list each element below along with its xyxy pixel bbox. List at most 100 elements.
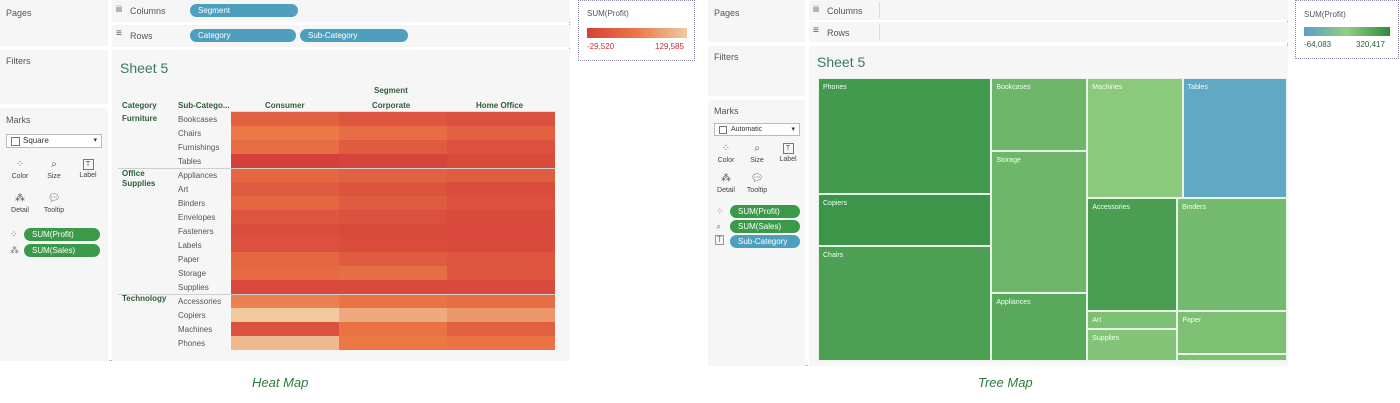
tm-rows-shelf[interactable]: ≡ Rows (809, 22, 1288, 42)
heatmap-cell[interactable] (447, 336, 555, 350)
heatmap-cell[interactable] (231, 196, 339, 210)
tm-color-button[interactable]: ⁘ Color (712, 140, 740, 170)
heatmap-cell[interactable] (231, 210, 339, 224)
treemap-node-storage[interactable]: Storage (991, 150, 1088, 293)
treemap-node-copiers[interactable]: Copiers (818, 193, 992, 247)
segment-corporate: Corporate (372, 101, 411, 110)
heatmap-cell[interactable] (339, 266, 447, 280)
treemap-node-labels[interactable]: Labels (1177, 354, 1287, 367)
heatmap-cell[interactable] (447, 266, 555, 280)
heatmap-cell[interactable] (339, 238, 447, 252)
tooltip-button[interactable]: 💬︎ Tooltip (40, 190, 68, 220)
heatmap-cell[interactable] (447, 154, 555, 168)
subcategory-label: Labels (178, 241, 202, 250)
heatmap-cell[interactable] (231, 308, 339, 322)
heatmap-cell[interactable] (447, 294, 555, 308)
treemap-node-paper[interactable]: Paper (1177, 311, 1287, 355)
heatmap-cell[interactable] (231, 322, 339, 336)
tm-mark-field-subcategory[interactable]: Sub-Category (730, 235, 800, 248)
square-mark-icon (11, 137, 20, 146)
tm-pages-card[interactable]: Pages (708, 0, 805, 42)
heatmap-cell[interactable] (447, 196, 555, 210)
size-button[interactable]: ⌕ Size (40, 156, 68, 186)
segment-pill[interactable]: Segment (190, 4, 298, 17)
heatmap-cell[interactable] (339, 196, 447, 210)
heatmap-cell[interactable] (339, 224, 447, 238)
heatmap-cell[interactable] (447, 126, 555, 140)
heatmap-cell[interactable] (447, 224, 555, 238)
heatmap-cell[interactable] (339, 168, 447, 182)
color-button[interactable]: ⁘ Color (6, 156, 34, 186)
heatmap-cell[interactable] (231, 266, 339, 280)
heatmap-cell[interactable] (447, 322, 555, 336)
heatmap-cell[interactable] (339, 210, 447, 224)
heatmap-cell[interactable] (231, 224, 339, 238)
heatmap-cell[interactable] (447, 112, 555, 126)
tm-filters-card[interactable]: Filters (708, 46, 805, 96)
heatmap-cell[interactable] (339, 126, 447, 140)
tm-size-button[interactable]: ⌕ Size (743, 140, 771, 170)
heatmap-cell[interactable] (231, 112, 339, 126)
heatmap-cell[interactable] (231, 238, 339, 252)
tm-tooltip-button[interactable]: 💬︎ Tooltip (743, 170, 771, 200)
heatmap-cell[interactable] (231, 336, 339, 350)
mark-field-sales[interactable]: SUM(Sales) (24, 244, 100, 257)
label-button[interactable]: T Label (74, 156, 102, 186)
columns-shelf[interactable]: iii Columns Segment (112, 0, 570, 22)
treemap-node-chairs[interactable]: Chairs (818, 246, 992, 361)
treemap-node-binders[interactable]: Binders (1177, 198, 1287, 312)
treemap-node-art[interactable]: Art (1087, 311, 1178, 330)
heatmap-cell[interactable] (339, 294, 447, 308)
treemap-node-phones[interactable]: Phones (818, 78, 992, 194)
heatmap-cell[interactable] (447, 308, 555, 322)
mark-field-profit[interactable]: SUM(Profit) (24, 228, 100, 241)
subcategory-pill[interactable]: Sub-Category (300, 29, 408, 42)
detail-button[interactable]: ⁂ Detail (6, 190, 34, 220)
heatmap-cell[interactable] (339, 280, 447, 294)
heatmap-cell[interactable] (447, 238, 555, 252)
heatmap-cell[interactable] (231, 182, 339, 196)
heatmap-cell[interactable] (339, 308, 447, 322)
tm-mark-field-sales[interactable]: SUM(Sales) (730, 220, 800, 233)
heatmap-cell[interactable] (231, 168, 339, 182)
tm-mark-field-profit[interactable]: SUM(Profit) (730, 205, 800, 218)
heatmap-cell[interactable] (339, 252, 447, 266)
rows-divider (879, 24, 880, 40)
heatmap-cell[interactable] (447, 280, 555, 294)
rows-icon: ≡ (116, 28, 122, 39)
heatmap-cell[interactable] (447, 252, 555, 266)
heatmap-cell[interactable] (447, 182, 555, 196)
heatmap-legend: SUM(Profit) -29,520 129,585 (578, 0, 695, 61)
tm-label-button[interactable]: T Label (774, 140, 802, 170)
subcategory-header: Sub-Catego... (178, 101, 230, 110)
heatmap-cell[interactable] (447, 210, 555, 224)
heatmap-cell[interactable] (231, 126, 339, 140)
heatmap-cell[interactable] (231, 252, 339, 266)
treemap-node-tables[interactable]: Tables (1182, 78, 1287, 199)
heatmap-cell[interactable] (231, 154, 339, 168)
heatmap-cell[interactable] (231, 280, 339, 294)
treemap-node-bookcases[interactable]: Bookcases (991, 78, 1088, 151)
heatmap-cell[interactable] (447, 140, 555, 154)
filters-card[interactable]: Filters (0, 50, 108, 104)
heatmap-cell[interactable] (339, 112, 447, 126)
pages-card[interactable]: Pages (0, 0, 108, 46)
heatmap-cell[interactable] (339, 140, 447, 154)
heatmap-cell[interactable] (339, 336, 447, 350)
category-pill[interactable]: Category (190, 29, 296, 42)
treemap-node-supplies[interactable]: Supplies (1087, 329, 1178, 361)
heatmap-cell[interactable] (339, 182, 447, 196)
rows-shelf[interactable]: ≡ Rows Category Sub-Category (112, 25, 570, 47)
heatmap-cell[interactable] (231, 140, 339, 154)
treemap-node-accessories[interactable]: Accessories (1087, 198, 1178, 312)
heatmap-cell[interactable] (231, 294, 339, 308)
treemap-node-machines[interactable]: Machines (1087, 78, 1183, 199)
tm-columns-shelf[interactable]: iii Columns (809, 0, 1288, 20)
heatmap-cell[interactable] (339, 322, 447, 336)
mark-type-dropdown[interactable]: Square ▾ (6, 134, 102, 148)
heatmap-cell[interactable] (339, 154, 447, 168)
treemap-node-appliances[interactable]: Appliances (991, 292, 1088, 361)
tm-detail-button[interactable]: ⁂ Detail (712, 170, 740, 200)
heatmap-cell[interactable] (447, 168, 555, 182)
tm-mark-type-dropdown[interactable]: Automatic ▾ (714, 123, 800, 136)
